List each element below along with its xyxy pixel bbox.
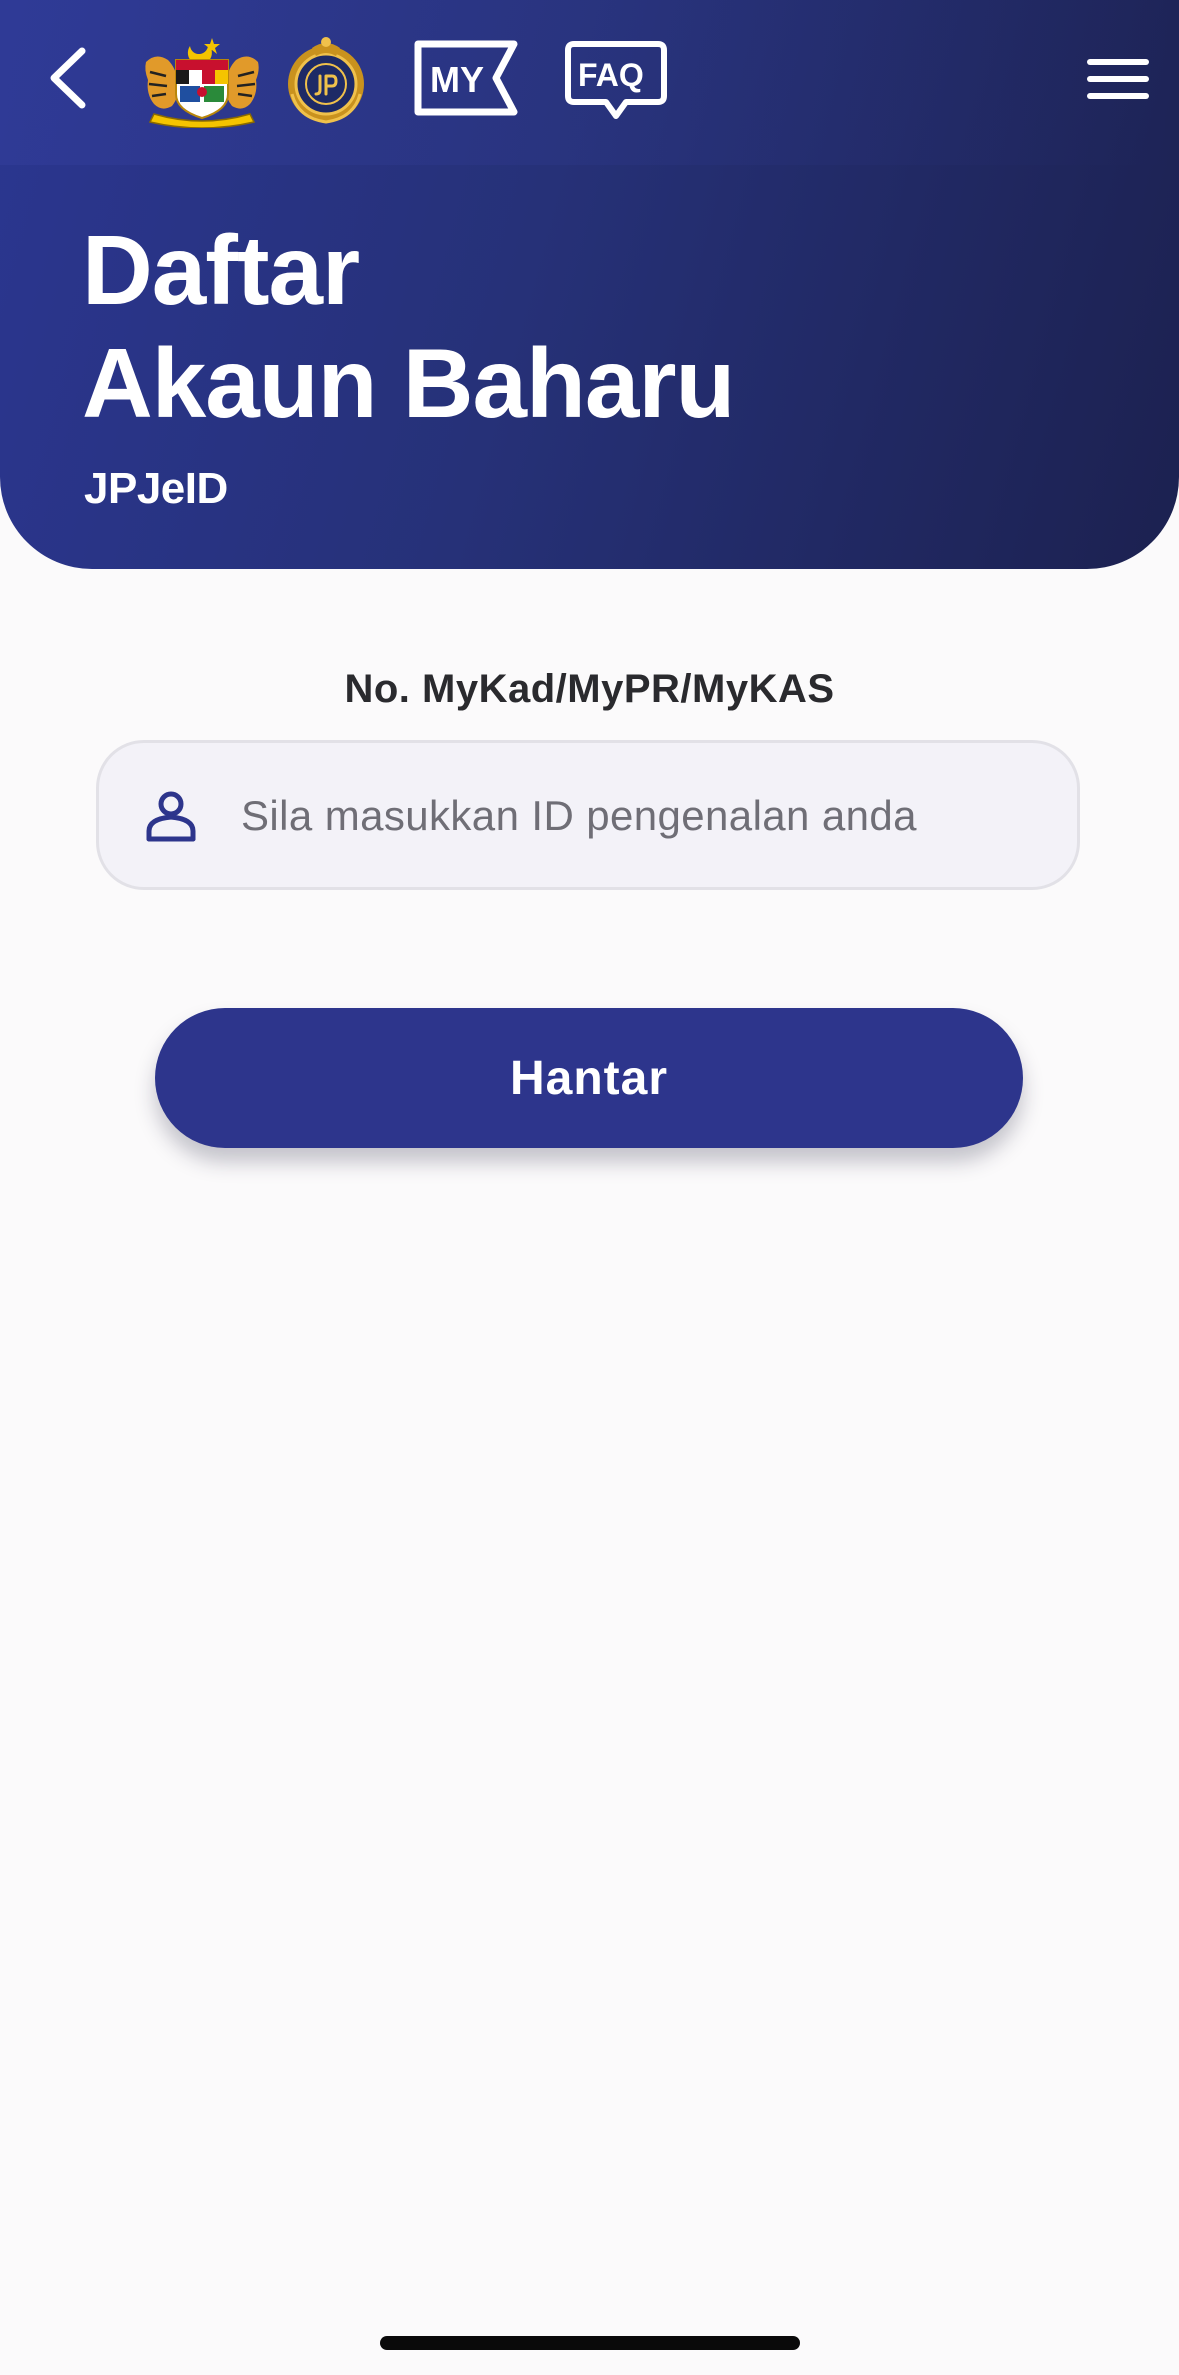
page-title-line-1: Daftar: [82, 215, 360, 325]
page-header: MY FAQ Daftar Akaun Baharu JPJeID: [0, 0, 1179, 569]
id-input-container[interactable]: [96, 740, 1080, 890]
chevron-left-icon: [50, 47, 86, 109]
back-button[interactable]: [38, 38, 98, 118]
hamburger-menu-icon: [1087, 59, 1149, 99]
my-icon-label: MY: [430, 59, 484, 100]
user-icon: [146, 791, 196, 842]
jpj-logo: [288, 37, 364, 124]
page-title-line-2: Akaun Baharu: [82, 328, 735, 438]
faq-button[interactable]: FAQ: [564, 40, 668, 120]
id-input[interactable]: [241, 773, 1041, 859]
submit-button[interactable]: Hantar: [155, 1008, 1023, 1148]
malaysia-coat-of-arms-logo: [145, 38, 259, 128]
page-title: Daftar Akaun Baharu: [82, 214, 735, 440]
my-icon: MY: [414, 40, 518, 116]
menu-button[interactable]: [1084, 54, 1152, 104]
faq-icon-label: FAQ: [578, 57, 644, 93]
faq-icon: FAQ: [565, 41, 667, 119]
id-field-label: No. MyKad/MyPR/MyKAS: [344, 667, 835, 711]
home-indicator: [380, 2336, 800, 2350]
page-subtitle: JPJeID: [84, 464, 228, 513]
my-button[interactable]: MY: [414, 40, 518, 116]
